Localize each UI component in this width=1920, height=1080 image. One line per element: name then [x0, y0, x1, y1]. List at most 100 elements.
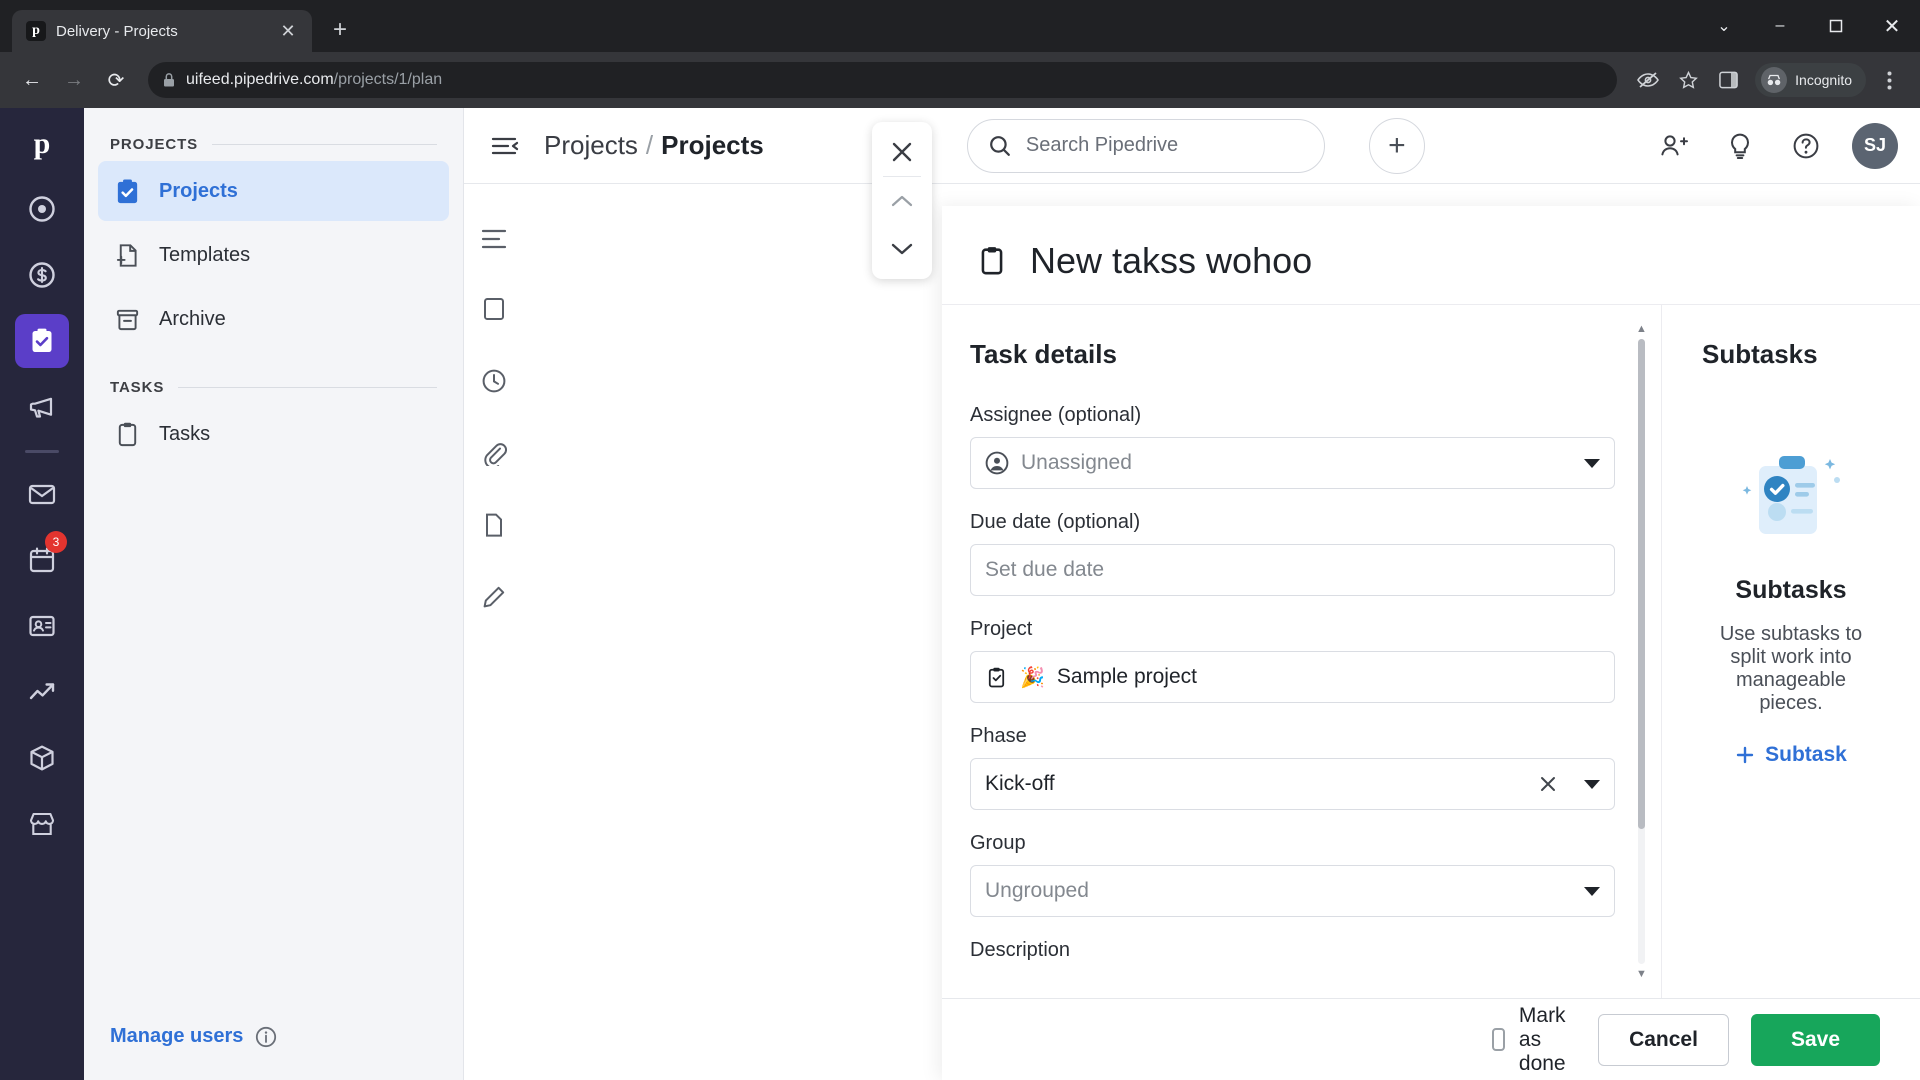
rail-item-contacts[interactable]: [15, 599, 69, 653]
maximize-icon[interactable]: [1808, 0, 1864, 52]
chevron-down-icon[interactable]: [1584, 779, 1600, 789]
board-activity-icon[interactable]: [481, 368, 507, 394]
task-detail-modal: New takss wohoo Task details Assignee (o…: [942, 206, 1920, 1080]
modal-body: Task details Assignee (optional) Unassig…: [942, 304, 1920, 998]
url-domain: uifeed.pipedrive.com: [186, 71, 334, 88]
clipboard-icon: [114, 421, 141, 448]
project-input[interactable]: 🎉 Sample project: [970, 651, 1615, 703]
side-panel-icon[interactable]: [1711, 63, 1745, 97]
rail-item-insights[interactable]: [15, 665, 69, 719]
close-icon[interactable]: [878, 128, 926, 176]
lock-icon: [162, 72, 176, 88]
sidebar-section-label: TASKS: [110, 379, 165, 396]
forward-icon[interactable]: →: [56, 62, 92, 98]
window-close-icon[interactable]: ✕: [1864, 0, 1920, 52]
field-project: Project 🎉 Sample project: [970, 618, 1617, 703]
archive-box-icon: [114, 306, 141, 333]
bookmark-star-icon[interactable]: [1671, 63, 1705, 97]
add-button[interactable]: +: [1368, 117, 1425, 174]
invite-user-icon[interactable]: [1654, 126, 1694, 166]
board-note-icon[interactable]: [481, 296, 507, 322]
group-select[interactable]: Ungrouped: [970, 865, 1615, 917]
breadcrumb-current: Projects: [661, 130, 764, 160]
rail-item-activities[interactable]: 3: [15, 531, 69, 587]
back-icon[interactable]: ←: [14, 62, 50, 98]
scrollbar-thumb[interactable]: [1638, 339, 1645, 829]
rail-item-marketplace[interactable]: [15, 797, 69, 851]
rail-item-deals[interactable]: [15, 248, 69, 302]
avatar[interactable]: SJ: [1851, 122, 1898, 169]
whats-new-bulb-icon[interactable]: [1720, 126, 1760, 166]
global-icon-rail: p 3: [0, 108, 84, 1080]
reload-icon[interactable]: ⟳: [98, 62, 134, 98]
divider: [178, 387, 437, 388]
cancel-button[interactable]: Cancel: [1598, 1013, 1729, 1066]
divider: [212, 144, 437, 145]
add-subtask-button[interactable]: Subtask: [1735, 743, 1847, 767]
hamburger-collapse-icon[interactable]: [486, 126, 526, 166]
chevron-up-icon[interactable]: [878, 177, 926, 225]
board-attachment-icon[interactable]: [481, 440, 507, 466]
browser-menu-icon[interactable]: [1872, 63, 1906, 97]
field-label: Description: [970, 939, 1071, 961]
task-details-heading: Task details: [970, 339, 1117, 369]
task-details-form: Task details Assignee (optional) Unassig…: [942, 305, 1661, 998]
sidebar-item-tasks[interactable]: Tasks: [98, 404, 449, 464]
breadcrumb: Projects / Projects: [544, 130, 764, 161]
chevron-down-icon[interactable]: [1584, 886, 1600, 896]
assignee-placeholder: Unassigned: [1021, 451, 1132, 474]
rail-item-leads[interactable]: [15, 182, 69, 236]
checkbox-box[interactable]: [1492, 1028, 1505, 1051]
sidebar-item-templates[interactable]: Templates: [98, 225, 449, 285]
info-circle-icon[interactable]: [255, 1026, 277, 1048]
pipedrive-logo-icon[interactable]: p: [16, 118, 68, 170]
subtasks-empty-text: Use subtasks to split work into manageab…: [1719, 623, 1863, 714]
incognito-icon: [1761, 67, 1788, 93]
rail-item-products[interactable]: [15, 731, 69, 785]
chevron-down-icon[interactable]: [878, 225, 926, 273]
breadcrumb-root[interactable]: Projects: [544, 130, 638, 160]
board-list-icon[interactable]: [481, 228, 507, 250]
rail-item-projects[interactable]: [15, 314, 69, 368]
browser-window: p Delivery - Projects ✕ + ⌄ – ✕ ← → ⟳ ui…: [0, 0, 1920, 1080]
phase-select[interactable]: Kick-off: [970, 758, 1615, 810]
manage-users-link[interactable]: Manage users: [110, 1025, 243, 1048]
mark-as-done-checkbox[interactable]: Mark as done: [1492, 1004, 1576, 1076]
rail-item-campaigns[interactable]: [15, 380, 69, 434]
form-scrollbar[interactable]: ▲ ▼: [1635, 323, 1647, 980]
help-question-icon[interactable]: [1786, 126, 1826, 166]
sidebar-item-projects[interactable]: Projects: [98, 161, 449, 221]
field-phase: Phase Kick-off: [970, 725, 1617, 810]
rail-item-mail[interactable]: [15, 467, 69, 521]
subtasks-clipboard-illustration: [1733, 440, 1849, 556]
subtasks-heading: Subtasks: [1702, 339, 1818, 369]
address-bar[interactable]: uifeed.pipedrive.com/projects/1/plan: [148, 62, 1618, 98]
browser-tab[interactable]: p Delivery - Projects ✕: [12, 10, 312, 52]
field-label: Group: [970, 832, 1026, 854]
profile-incognito-button[interactable]: Incognito: [1755, 63, 1866, 97]
assignee-select[interactable]: Unassigned: [970, 437, 1615, 489]
due-date-input[interactable]: Set due date: [970, 544, 1615, 596]
scroll-down-arrow[interactable]: ▼: [1635, 968, 1648, 980]
modal-header: New takss wohoo: [942, 206, 1920, 304]
app-content: Projects / Projects Search Pipedrive + S…: [464, 108, 1920, 1080]
clipboard-check-icon: [114, 178, 141, 205]
chevron-down-icon[interactable]: ⌄: [1696, 0, 1752, 52]
app-header-actions: SJ: [1628, 122, 1898, 169]
minimize-icon[interactable]: –: [1752, 0, 1808, 52]
close-icon[interactable]: ✕: [276, 19, 300, 43]
search-input[interactable]: Search Pipedrive: [966, 118, 1325, 173]
new-tab-button[interactable]: +: [320, 10, 360, 50]
board-file-icon[interactable]: [481, 512, 507, 538]
board-edit-icon[interactable]: [481, 584, 507, 610]
subtasks-empty-title: Subtasks: [1735, 576, 1847, 604]
sidebar-item-archive[interactable]: Archive: [98, 289, 449, 349]
chevron-down-icon[interactable]: [1584, 458, 1600, 468]
manage-users-row[interactable]: Manage users: [84, 999, 463, 1080]
modal-title[interactable]: New takss wohoo: [1030, 240, 1312, 282]
scroll-up-arrow[interactable]: ▲: [1635, 323, 1648, 335]
tab-strip: p Delivery - Projects ✕ + ⌄ – ✕: [0, 0, 1920, 52]
save-button[interactable]: Save: [1750, 1013, 1880, 1066]
tracking-protection-icon[interactable]: [1631, 63, 1665, 97]
clear-x-icon[interactable]: [1538, 774, 1558, 794]
